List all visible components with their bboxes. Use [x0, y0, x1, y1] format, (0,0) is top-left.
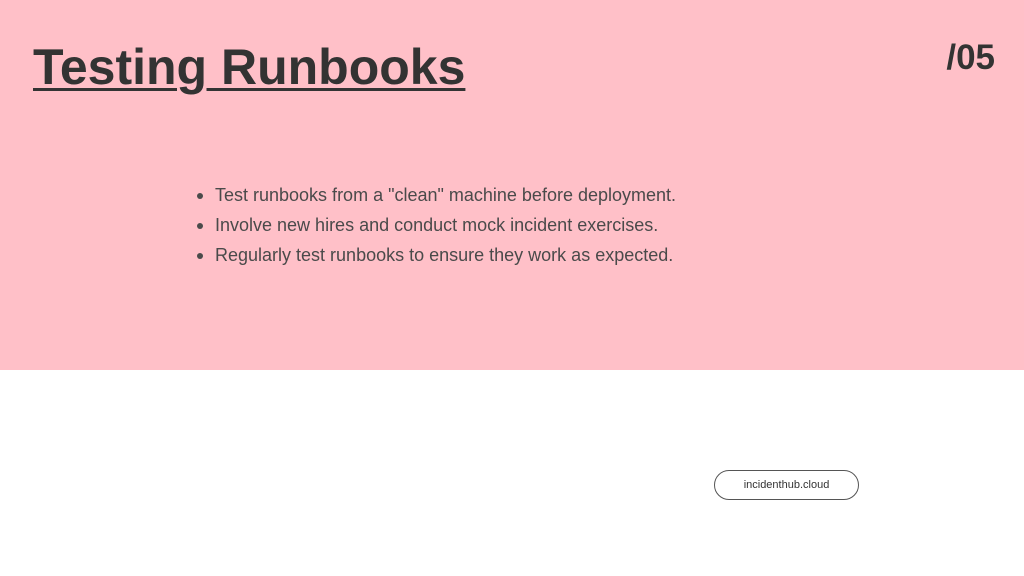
bullet-item: Regularly test runbooks to ensure they w… — [197, 240, 676, 270]
bullet-text: Regularly test runbooks to ensure they w… — [215, 245, 674, 265]
page-number: /05 — [946, 38, 995, 77]
bullet-text: Involve new hires and conduct mock incid… — [215, 215, 659, 235]
slide: Testing Runbooks /05 Test runbooks from … — [0, 0, 1024, 576]
slide-title: Testing Runbooks — [33, 39, 466, 95]
bullet-dot-icon — [197, 193, 203, 199]
header-panel: Testing Runbooks /05 Test runbooks from … — [0, 0, 1024, 370]
bullet-item: Test runbooks from a "clean" machine bef… — [197, 180, 677, 210]
website-link-label: incidenthub.cloud — [743, 479, 830, 491]
bullet-text: Test runbooks from a "clean" machine bef… — [215, 185, 677, 205]
bullet-list: Test runbooks from a "clean" machine bef… — [197, 180, 677, 270]
website-link[interactable]: incidenthub.cloud — [714, 470, 859, 500]
bullet-dot-icon — [197, 223, 203, 229]
bullet-item: Involve new hires and conduct mock incid… — [197, 210, 676, 240]
bullet-dot-icon — [197, 253, 203, 259]
